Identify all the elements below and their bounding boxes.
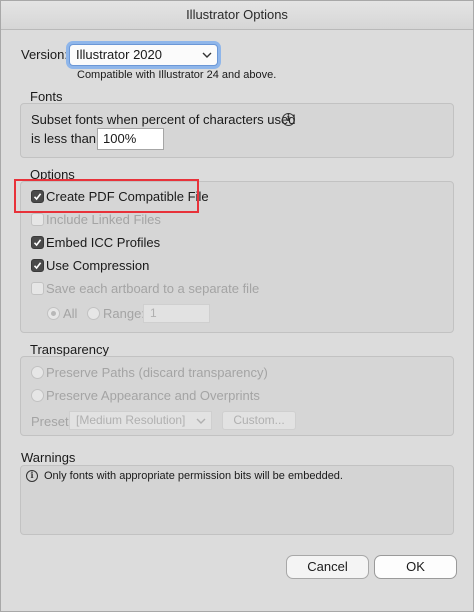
ok-button-label: OK — [406, 559, 425, 574]
subset-percent-value: 100% — [103, 131, 137, 146]
all-artboards-label: All — [63, 306, 78, 321]
subset-percent-input[interactable]: 100% — [97, 128, 164, 150]
preserve-paths-label: Preserve Paths (discard transparency) — [46, 365, 268, 380]
illustrator-options-dialog: Illustrator Options Version: Illustrator… — [0, 0, 474, 612]
preset-dropdown[interactable]: [Medium Resolution] — [69, 411, 212, 430]
preset-dropdown-value: [Medium Resolution] — [76, 413, 186, 427]
warning-message: Only fonts with appropriate permission b… — [44, 470, 343, 482]
info-icon[interactable]: i — [282, 113, 295, 126]
options-legend: Options — [30, 167, 75, 182]
version-compat-note: Compatible with Illustrator 24 and above… — [77, 69, 277, 81]
custom-button-label: Custom... — [233, 413, 285, 427]
include-linked-label: Include Linked Files — [46, 212, 161, 227]
include-linked-checkbox[interactable] — [31, 213, 44, 226]
transparency-legend: Transparency — [30, 342, 109, 357]
preserve-appearance-radio[interactable] — [31, 389, 44, 402]
cancel-button[interactable]: Cancel — [286, 555, 369, 579]
all-artboards-radio[interactable] — [47, 307, 60, 320]
preset-label: Preset: — [31, 414, 73, 429]
range-radio[interactable] — [87, 307, 100, 320]
create-pdf-checkbox[interactable] — [31, 190, 44, 203]
window-title: Illustrator Options — [1, 1, 473, 30]
version-dropdown[interactable]: Illustrator 2020 — [69, 44, 218, 66]
subset-fonts-label: Subset fonts when percent of characters … — [31, 112, 296, 127]
chevron-down-icon — [202, 52, 212, 58]
checkmark-icon — [33, 193, 42, 201]
checkmark-icon — [33, 262, 42, 270]
info-icon: i — [26, 470, 38, 482]
custom-button[interactable]: Custom... — [222, 411, 296, 430]
save-artboards-checkbox[interactable] — [31, 282, 44, 295]
save-artboards-label: Save each artboard to a separate file — [46, 281, 260, 296]
embed-icc-checkbox[interactable] — [31, 236, 44, 249]
range-input-value: 1 — [150, 306, 157, 320]
preserve-paths-radio[interactable] — [31, 366, 44, 379]
cancel-button-label: Cancel — [307, 559, 348, 574]
version-label: Version: — [21, 47, 68, 62]
range-label: Range: — [103, 306, 145, 321]
version-dropdown-value: Illustrator 2020 — [76, 47, 162, 62]
use-compression-checkbox[interactable] — [31, 259, 44, 272]
checkmark-icon — [33, 239, 42, 247]
subset-threshold-label: is less than: — [31, 131, 100, 146]
fonts-legend: Fonts — [30, 89, 63, 104]
range-input[interactable]: 1 — [143, 304, 210, 323]
chevron-down-icon — [196, 418, 206, 424]
ok-button[interactable]: OK — [374, 555, 457, 579]
use-compression-label: Use Compression — [46, 258, 150, 273]
create-pdf-label: Create PDF Compatible File — [46, 189, 209, 204]
preserve-appearance-label: Preserve Appearance and Overprints — [46, 388, 260, 403]
warnings-legend: Warnings — [21, 450, 76, 465]
embed-icc-label: Embed ICC Profiles — [46, 235, 161, 250]
